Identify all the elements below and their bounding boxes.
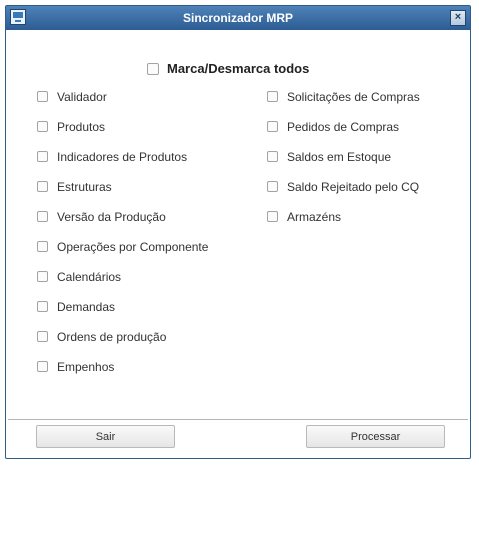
title-bar[interactable]: Sincronizador MRP × — [6, 6, 470, 30]
window-title: Sincronizador MRP — [182, 11, 293, 25]
option-label: Armazéns — [287, 210, 342, 224]
option-label: Pedidos de Compras — [287, 120, 400, 134]
checkbox-box[interactable] — [37, 211, 48, 222]
close-button[interactable]: × — [450, 10, 466, 26]
checkbox-box[interactable] — [37, 241, 48, 252]
select-all-label: Marca/Desmarca todos — [167, 61, 310, 76]
checkbox-box[interactable] — [37, 151, 48, 162]
checkbox-box[interactable] — [37, 121, 48, 132]
option-label: Empenhos — [57, 360, 115, 374]
footer-divider — [8, 419, 468, 420]
checkbox-box[interactable] — [37, 301, 48, 312]
exit-button[interactable]: Sair — [36, 425, 175, 448]
checkbox-box[interactable] — [147, 63, 159, 75]
option-label: Saldos em Estoque — [287, 150, 392, 164]
checkbox-box[interactable] — [37, 91, 48, 102]
option-label: Solicitações de Compras — [287, 90, 420, 104]
checkbox-box[interactable] — [37, 331, 48, 342]
option-label: Ordens de produção — [57, 330, 167, 344]
checkbox-box[interactable] — [267, 181, 278, 192]
option-label: Produtos — [57, 120, 106, 134]
option-label: Validador — [57, 90, 107, 104]
checkbox-box[interactable] — [267, 91, 278, 102]
option-label: Indicadores de Produtos — [57, 150, 188, 164]
checkbox-box[interactable] — [37, 361, 48, 372]
process-button[interactable]: Processar — [306, 425, 445, 448]
sync-dialog: Sincronizador MRP × Marca/Desmarca todos… — [5, 5, 471, 459]
checkbox-box[interactable] — [267, 211, 278, 222]
option-label: Calendários — [57, 270, 122, 284]
option-label: Versão da Produção — [57, 210, 166, 224]
checkbox-box[interactable] — [267, 121, 278, 132]
option-label: Estruturas — [57, 180, 112, 194]
option-label: Demandas — [57, 300, 116, 314]
option-label: Saldo Rejeitado pelo CQ — [287, 180, 420, 194]
checkbox-box[interactable] — [37, 271, 48, 282]
checkbox-box[interactable] — [267, 151, 278, 162]
checkbox-box[interactable] — [37, 181, 48, 192]
option-label: Operações por Componente — [57, 240, 209, 254]
